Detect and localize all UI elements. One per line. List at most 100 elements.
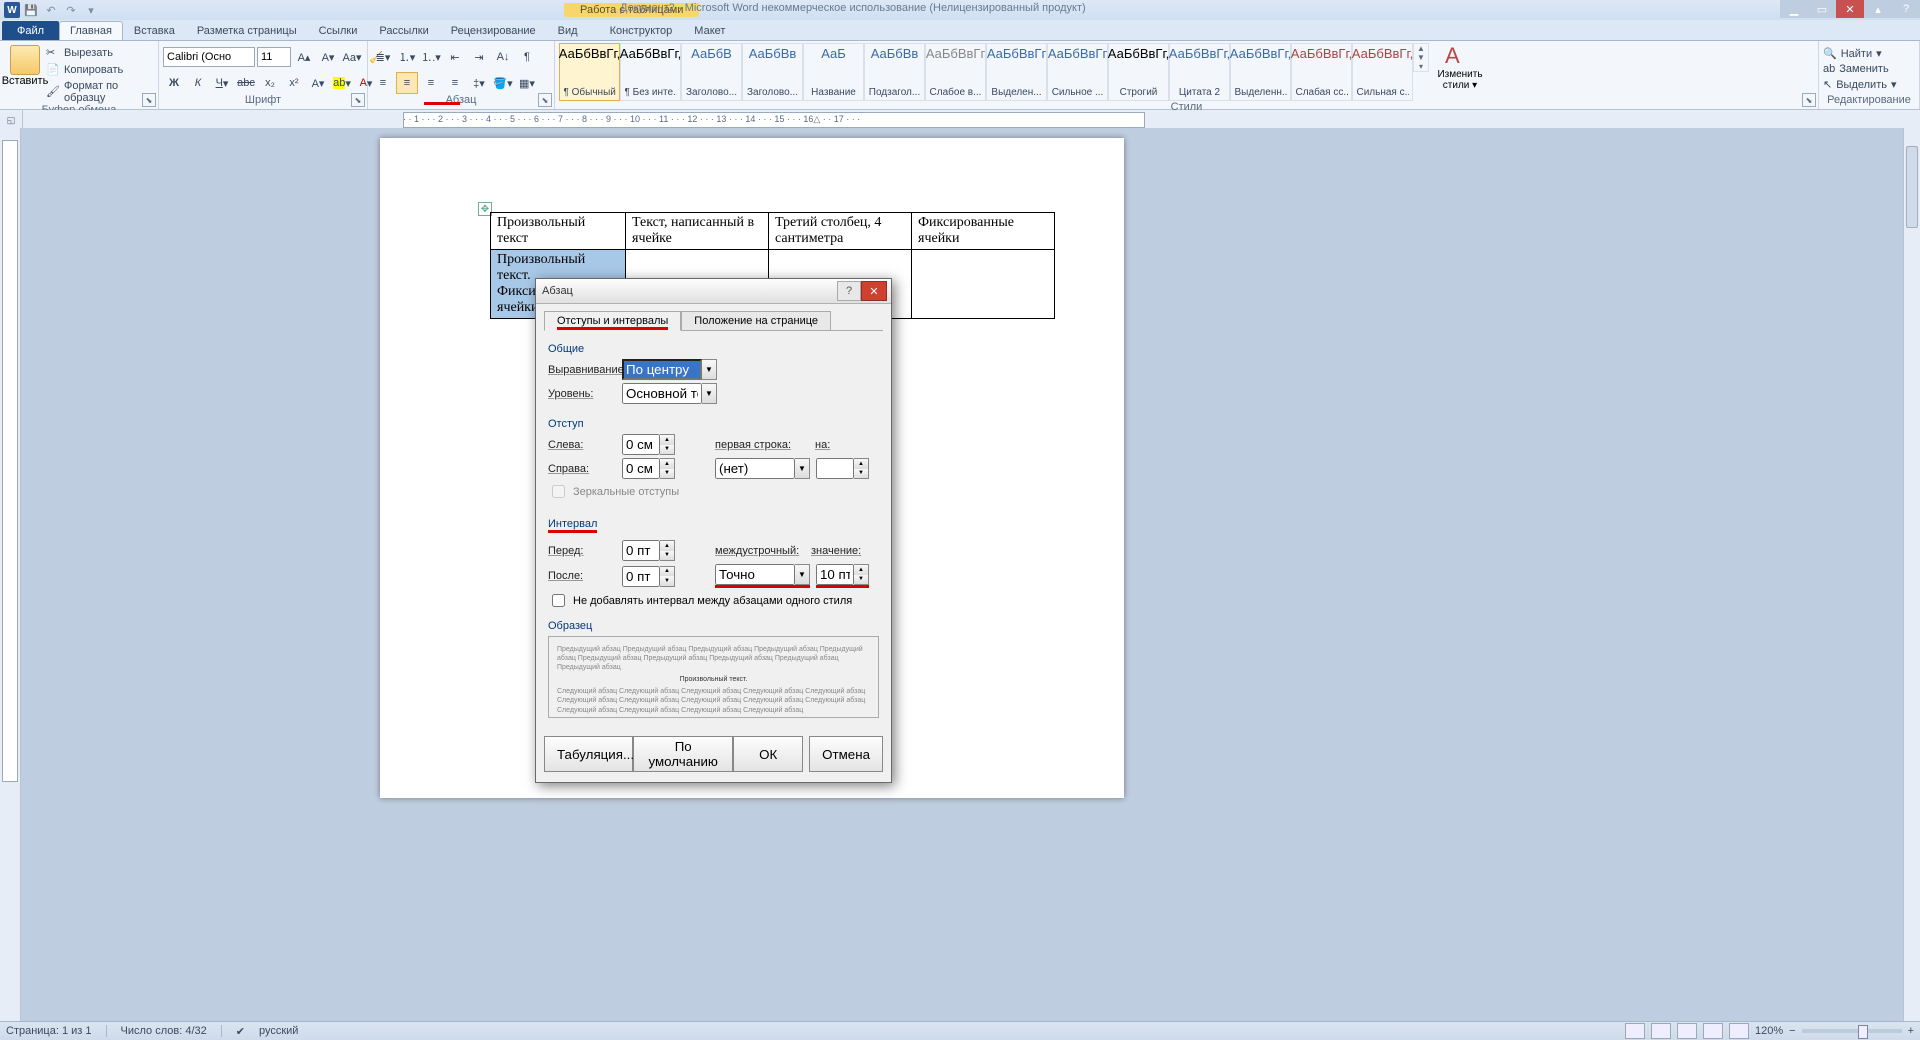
tab-references[interactable]: Ссылки bbox=[308, 21, 369, 40]
status-page[interactable]: Страница: 1 из 1 bbox=[6, 1025, 92, 1037]
status-words[interactable]: Число слов: 4/32 bbox=[121, 1025, 207, 1037]
clipboard-launcher[interactable]: ⬊ bbox=[142, 93, 156, 107]
minimize-button[interactable]: ▁ bbox=[1780, 0, 1808, 18]
space-after-spin[interactable]: ▲▼ bbox=[622, 566, 675, 587]
tabs-button[interactable]: Табуляция... bbox=[544, 736, 633, 772]
select-button[interactable]: ↖Выделить▾ bbox=[1823, 78, 1897, 91]
style-item[interactable]: АаБбВвГг,¶ Без инте... bbox=[620, 43, 681, 101]
line-at-spin[interactable]: ▲▼ bbox=[816, 564, 869, 588]
help-button[interactable]: ? bbox=[1892, 0, 1920, 18]
superscript-button[interactable]: x² bbox=[283, 72, 305, 94]
zoom-slider[interactable] bbox=[1802, 1029, 1902, 1033]
tab-review[interactable]: Рецензирование bbox=[440, 21, 547, 40]
spellcheck-icon[interactable]: ✔ bbox=[236, 1025, 245, 1038]
view-fullscreen-button[interactable] bbox=[1651, 1023, 1671, 1039]
table-cell[interactable]: Текст, написанный в ячейке bbox=[626, 213, 769, 250]
copy-button[interactable]: 📄Копировать bbox=[46, 63, 154, 77]
tab-page-layout[interactable]: Разметка страницы bbox=[186, 21, 308, 40]
first-line-by-spin[interactable]: ▲▼ bbox=[816, 458, 869, 479]
increase-indent-button[interactable]: ⇥ bbox=[468, 46, 490, 68]
bold-button[interactable]: Ж bbox=[163, 72, 185, 94]
indent-left-spin[interactable]: ▲▼ bbox=[622, 434, 675, 455]
tab-mailings[interactable]: Рассылки bbox=[368, 21, 439, 40]
paste-button[interactable]: Вставить bbox=[4, 43, 46, 87]
sort-button[interactable]: A↓ bbox=[492, 46, 514, 68]
dialog-close-button[interactable]: ✕ bbox=[861, 281, 887, 301]
vertical-scrollbar[interactable] bbox=[1903, 128, 1920, 1022]
style-item[interactable]: АаБбВвГгСлабое в... bbox=[925, 43, 986, 101]
style-item[interactable]: АаБбВвГг,Выделенн... bbox=[1230, 43, 1291, 101]
style-item[interactable]: АаБНазвание bbox=[803, 43, 864, 101]
style-item[interactable]: АаБбВвГг,Сильная с... bbox=[1352, 43, 1413, 101]
default-button[interactable]: По умолчанию bbox=[633, 736, 733, 772]
view-web-button[interactable] bbox=[1677, 1023, 1697, 1039]
style-item[interactable]: АаБбВвГг,Цитата 2 bbox=[1169, 43, 1230, 101]
undo-icon[interactable]: ↶ bbox=[42, 1, 60, 19]
font-name-combo[interactable] bbox=[163, 47, 255, 67]
line-spacing-button[interactable]: ‡▾ bbox=[468, 72, 490, 94]
tab-view[interactable]: Вид bbox=[547, 21, 589, 40]
no-space-same-style-checkbox[interactable] bbox=[552, 594, 565, 607]
format-painter-button[interactable]: 🖌Формат по образцу bbox=[46, 80, 154, 104]
tab-indents-spacing[interactable]: Отступы и интервалы bbox=[544, 311, 681, 331]
font-size-combo[interactable] bbox=[257, 47, 291, 67]
tab-insert[interactable]: Вставка bbox=[123, 21, 186, 40]
tab-table-design[interactable]: Конструктор bbox=[599, 21, 684, 40]
status-language[interactable]: русский bbox=[259, 1025, 298, 1037]
indent-right-spin[interactable]: ▲▼ bbox=[622, 458, 675, 479]
ribbon-minimize-button[interactable]: ▴ bbox=[1864, 0, 1892, 18]
table-cell[interactable]: Третий столбец, 4 сантиметра bbox=[769, 213, 912, 250]
ok-button[interactable]: ОК bbox=[733, 736, 803, 772]
alignment-combo[interactable]: ▼ bbox=[622, 359, 717, 380]
paragraph-launcher[interactable]: ⬊ bbox=[538, 93, 552, 107]
first-line-combo[interactable]: ▼ bbox=[715, 458, 810, 479]
font-launcher[interactable]: ⬊ bbox=[351, 93, 365, 107]
space-before-spin[interactable]: ▲▼ bbox=[622, 540, 675, 561]
chevron-down-icon[interactable]: ▼ bbox=[795, 458, 810, 479]
strike-button[interactable]: abc bbox=[235, 72, 257, 94]
replace-button[interactable]: abЗаменить bbox=[1823, 63, 1889, 75]
borders-button[interactable]: ▦▾ bbox=[516, 72, 538, 94]
text-effects-button[interactable]: A▾ bbox=[307, 72, 329, 94]
shading-button[interactable]: 🪣▾ bbox=[492, 72, 514, 94]
view-outline-button[interactable] bbox=[1703, 1023, 1723, 1039]
dialog-help-button[interactable]: ? bbox=[837, 281, 861, 301]
multilevel-button[interactable]: ⒈.▾ bbox=[420, 46, 442, 68]
zoom-in-button[interactable]: + bbox=[1908, 1025, 1914, 1037]
line-spacing-combo[interactable]: ▼ bbox=[715, 564, 810, 588]
italic-button[interactable]: К bbox=[187, 72, 209, 94]
styles-launcher[interactable]: ⬊ bbox=[1802, 93, 1816, 107]
dialog-titlebar[interactable]: Абзац ? ✕ bbox=[536, 279, 891, 304]
numbering-button[interactable]: ⒈▾ bbox=[396, 46, 418, 68]
chevron-down-icon[interactable]: ▼ bbox=[702, 359, 717, 380]
tab-file[interactable]: Файл bbox=[2, 21, 59, 40]
style-item[interactable]: АаБбВвГгВыделен... bbox=[986, 43, 1047, 101]
vertical-ruler[interactable] bbox=[0, 128, 21, 1022]
align-right-button[interactable]: ≡ bbox=[420, 72, 442, 94]
style-item[interactable]: АаБбВвГг,¶ Обычный bbox=[559, 43, 620, 101]
align-center-button[interactable]: ≡ bbox=[396, 72, 418, 94]
table-cell[interactable]: Произвольный текст bbox=[491, 213, 626, 250]
chevron-down-icon[interactable]: ▼ bbox=[702, 383, 717, 404]
close-button[interactable]: ✕ bbox=[1836, 0, 1864, 18]
level-combo[interactable]: ▼ bbox=[622, 383, 717, 404]
tab-table-layout[interactable]: Макет bbox=[683, 21, 736, 40]
change-styles-button[interactable]: AИзменитьстили ▾ bbox=[1435, 43, 1485, 91]
tab-page-position[interactable]: Положение на странице bbox=[681, 311, 831, 331]
cancel-button[interactable]: Отмена bbox=[809, 736, 883, 772]
underline-button[interactable]: Ч▾ bbox=[211, 72, 233, 94]
justify-button[interactable]: ≡ bbox=[444, 72, 466, 94]
style-item[interactable]: АаБбВвЗаголово... bbox=[742, 43, 803, 101]
restore-button[interactable]: ▭ bbox=[1808, 0, 1836, 18]
view-draft-button[interactable] bbox=[1729, 1023, 1749, 1039]
horizontal-ruler[interactable]: · · 1 · · · 2 · · · 3 · · · 4 · · · 5 · … bbox=[23, 110, 1920, 130]
cut-button[interactable]: ✂Вырезать bbox=[46, 46, 154, 60]
chevron-down-icon[interactable]: ▼ bbox=[795, 564, 810, 585]
grow-font-button[interactable]: A▴ bbox=[293, 46, 315, 68]
qat-dropdown-icon[interactable]: ▾ bbox=[82, 1, 100, 19]
highlight-button[interactable]: ab▾ bbox=[331, 72, 353, 94]
redo-icon[interactable]: ↷ bbox=[62, 1, 80, 19]
scrollbar-thumb[interactable] bbox=[1906, 146, 1918, 228]
style-item[interactable]: АаБбВЗаголово... bbox=[681, 43, 742, 101]
tab-home[interactable]: Главная bbox=[59, 21, 123, 40]
